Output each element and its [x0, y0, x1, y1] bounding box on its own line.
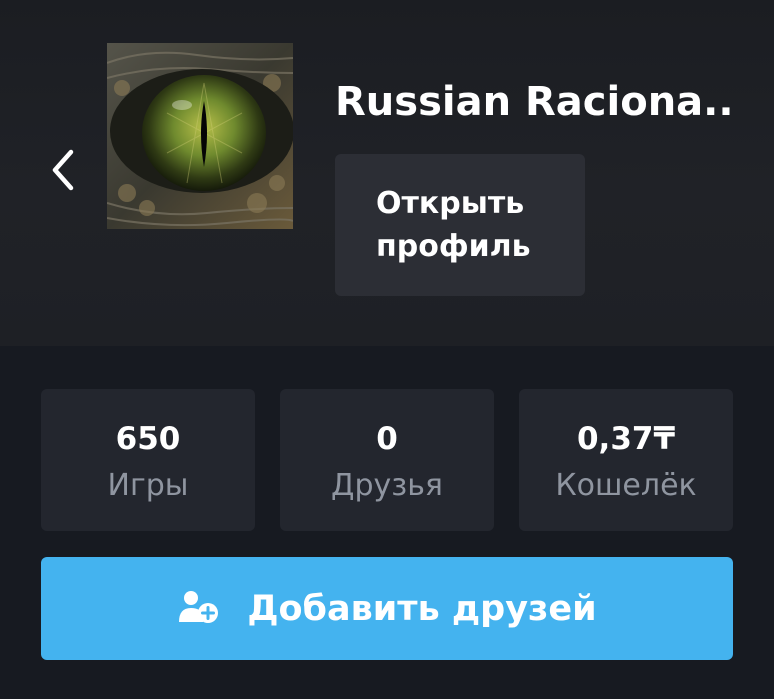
reptile-eye-avatar [107, 43, 293, 229]
friends-label: Друзья [331, 468, 443, 503]
stat-card-friends[interactable]: 0 Друзья [280, 389, 494, 531]
username: Russian Raciona.. [335, 79, 734, 125]
open-profile-button[interactable]: Открыть профиль [335, 154, 585, 296]
friends-count: 0 [376, 421, 398, 457]
add-friends-label: Добавить друзей [247, 588, 597, 629]
open-profile-label: Открыть профиль [376, 186, 531, 264]
add-user-icon [177, 589, 221, 629]
avatar[interactable] [107, 43, 293, 229]
back-button[interactable] [40, 140, 86, 200]
profile-header: Russian Raciona.. Открыть профиль [0, 0, 774, 346]
games-count: 650 [115, 421, 181, 457]
wallet-balance: 0,37₸ [576, 421, 676, 457]
games-label: Игры [107, 468, 189, 503]
add-friends-button[interactable]: Добавить друзей [41, 557, 733, 660]
stat-card-games[interactable]: 650 Игры [41, 389, 255, 531]
wallet-label: Кошелёк [555, 468, 697, 503]
stat-card-wallet[interactable]: 0,37₸ Кошелёк [519, 389, 733, 531]
profile-screen: Russian Raciona.. Открыть профиль 650 Иг… [0, 0, 774, 699]
chevron-left-icon [52, 149, 74, 191]
